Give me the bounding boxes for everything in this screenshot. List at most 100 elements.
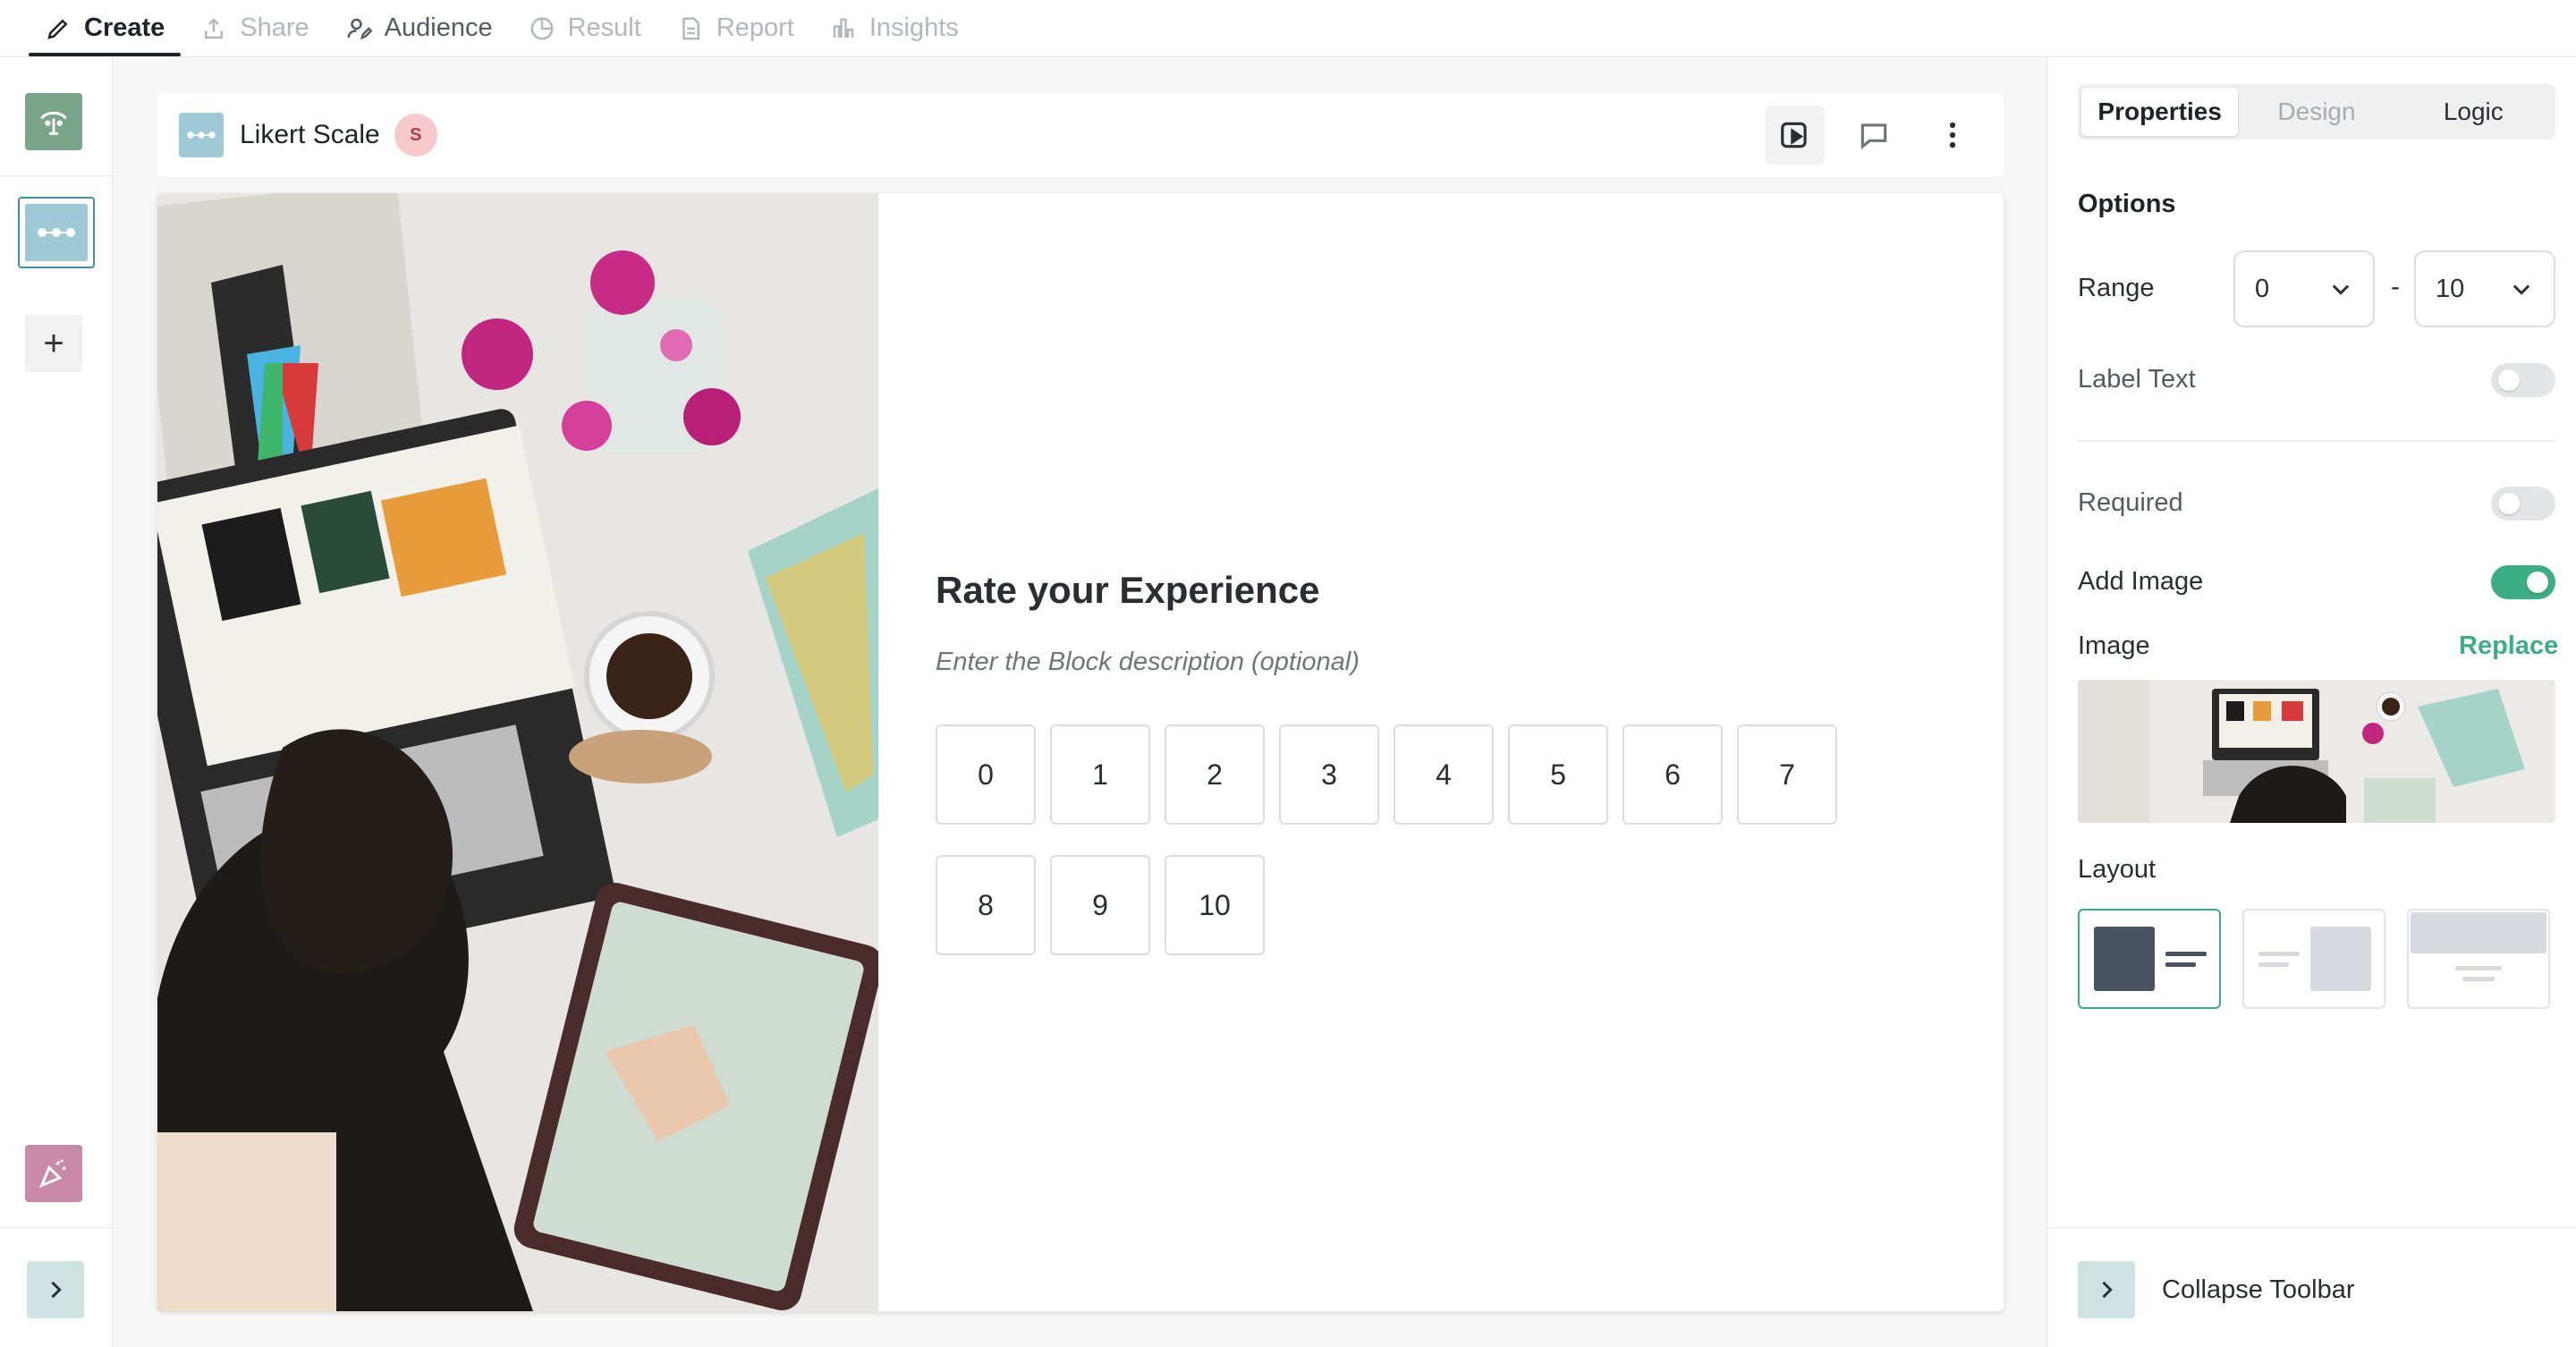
range-max-value: 10 xyxy=(2436,274,2465,303)
desk-photo-illustration xyxy=(157,193,878,1311)
options-heading: Options xyxy=(2078,190,2176,218)
tab-share-label: Share xyxy=(240,13,309,42)
collapse-toolbar-button[interactable] xyxy=(2078,1261,2135,1318)
collaborator-avatar: S xyxy=(394,114,437,157)
scale-option[interactable]: 1 xyxy=(1050,724,1150,825)
toggle-knob xyxy=(2498,369,2520,391)
welcome-screen-icon xyxy=(40,111,67,135)
more-options-button[interactable] xyxy=(1923,106,1982,165)
collapse-toolbar-label[interactable]: Collapse Toolbar xyxy=(2162,1275,2355,1305)
end-screen-icon xyxy=(38,1158,67,1189)
chevron-right-icon xyxy=(2102,1281,2113,1299)
tab-audience[interactable]: Audience xyxy=(327,0,511,56)
scale-option[interactable]: 4 xyxy=(1394,724,1494,825)
layout-label: Layout xyxy=(2078,855,2157,884)
add-image-toggle[interactable] xyxy=(2491,565,2555,599)
tab-design[interactable]: Design xyxy=(2238,88,2394,136)
layout-image-right-icon xyxy=(2258,927,2371,991)
chevron-down-icon xyxy=(2512,284,2530,295)
range-separator: - xyxy=(2391,272,2400,301)
range-label: Range xyxy=(2078,274,2155,302)
sidebar-item-end-screen[interactable] xyxy=(25,1145,82,1202)
document-icon xyxy=(682,17,699,39)
scale-option[interactable]: 0 xyxy=(936,724,1036,825)
layout-image-left-icon xyxy=(2094,927,2207,991)
bar-chart-icon xyxy=(833,18,854,38)
sidebar-item-likert[interactable] xyxy=(18,197,95,268)
tab-insights[interactable]: Insights xyxy=(812,0,977,56)
desk-photo-thumbnail xyxy=(2078,680,2555,823)
scale-option[interactable]: 3 xyxy=(1279,724,1379,825)
required-toggle[interactable] xyxy=(2491,487,2555,521)
add-block-button[interactable]: + xyxy=(25,315,82,372)
block-image xyxy=(157,193,878,1311)
likert-scale-icon xyxy=(187,131,216,139)
block-actions xyxy=(1766,106,1982,165)
scale-option[interactable]: 5 xyxy=(1508,724,1608,825)
image-preview[interactable] xyxy=(2078,680,2555,823)
preview-icon xyxy=(1781,122,1807,148)
layout-image-top[interactable] xyxy=(2407,909,2550,1009)
range-min-value: 0 xyxy=(2255,274,2270,303)
panel-divider xyxy=(2078,440,2555,442)
layout-image-top-icon xyxy=(2411,912,2546,981)
pie-chart-icon xyxy=(530,17,554,39)
tab-create-label: Create xyxy=(84,13,165,42)
required-label: Required xyxy=(2078,488,2183,517)
sidebar-divider xyxy=(0,1227,112,1228)
tab-result[interactable]: Result xyxy=(511,0,659,56)
tab-report-label: Report xyxy=(716,13,794,42)
scale-option[interactable]: 6 xyxy=(1623,724,1723,825)
block-canvas: Rate your Experience Enter the Block des… xyxy=(157,193,2004,1311)
tab-audience-label: Audience xyxy=(384,13,493,42)
block-type-icon xyxy=(179,113,224,157)
upload-icon xyxy=(205,17,224,38)
tab-report[interactable]: Report xyxy=(659,0,812,56)
scale-option[interactable]: 10 xyxy=(1165,855,1265,955)
tab-create[interactable]: Create xyxy=(27,0,182,56)
block-sidebar: + xyxy=(0,57,113,1347)
expand-sidebar-button[interactable] xyxy=(27,1261,84,1318)
scale-option[interactable]: 9 xyxy=(1050,855,1150,955)
label-text-label: Label Text xyxy=(2078,365,2196,394)
scale-option[interactable]: 8 xyxy=(936,855,1036,955)
label-text-toggle[interactable] xyxy=(2491,363,2555,397)
more-vertical-icon xyxy=(1949,122,1956,148)
image-label: Image xyxy=(2078,631,2150,660)
replace-image-link[interactable]: Replace xyxy=(2459,631,2558,661)
tab-share[interactable]: Share xyxy=(182,0,326,56)
tab-result-label: Result xyxy=(567,13,641,42)
comment-icon xyxy=(1860,123,1887,149)
likert-scale-icon xyxy=(38,228,75,237)
scale-option[interactable]: 2 xyxy=(1165,724,1265,825)
properties-panel: Properties Design Logic Options Range 0 … xyxy=(2046,57,2576,1347)
top-nav: Create Share Audience Result Report Insi… xyxy=(0,0,2576,57)
toggle-knob xyxy=(2527,572,2548,593)
preview-button[interactable] xyxy=(1766,106,1825,165)
block-header: Likert Scale S xyxy=(157,93,2004,177)
block-title: Likert Scale xyxy=(240,120,380,149)
chevron-down-icon xyxy=(2332,284,2350,295)
user-edit-icon xyxy=(347,18,372,39)
sidebar-divider xyxy=(0,175,112,176)
layout-image-right[interactable] xyxy=(2242,909,2385,1009)
block-description-input[interactable]: Enter the Block description (optional) xyxy=(936,648,1360,677)
sidebar-item-welcome[interactable] xyxy=(25,93,82,150)
question-title[interactable]: Rate your Experience xyxy=(936,569,1320,612)
layout-image-left[interactable] xyxy=(2078,909,2221,1009)
scale-option[interactable]: 7 xyxy=(1737,724,1837,825)
pencil-icon xyxy=(47,18,68,39)
panel-tabs: Properties Design Logic xyxy=(2078,84,2555,140)
likert-scale-options: 0 1 2 3 4 5 6 7 8 9 10 xyxy=(936,724,1866,955)
range-max-select[interactable]: 10 xyxy=(2414,250,2555,327)
chevron-right-icon xyxy=(51,1281,62,1299)
tab-logic[interactable]: Logic xyxy=(2395,88,2552,136)
tab-insights-label: Insights xyxy=(869,13,959,42)
panel-footer-divider xyxy=(2047,1227,2576,1228)
tab-properties[interactable]: Properties xyxy=(2081,88,2239,136)
toggle-knob xyxy=(2498,493,2520,514)
comment-button[interactable] xyxy=(1844,106,1903,165)
add-image-label: Add Image xyxy=(2078,567,2204,596)
range-min-select[interactable]: 0 xyxy=(2233,250,2375,327)
likert-scale-thumb xyxy=(25,204,88,261)
